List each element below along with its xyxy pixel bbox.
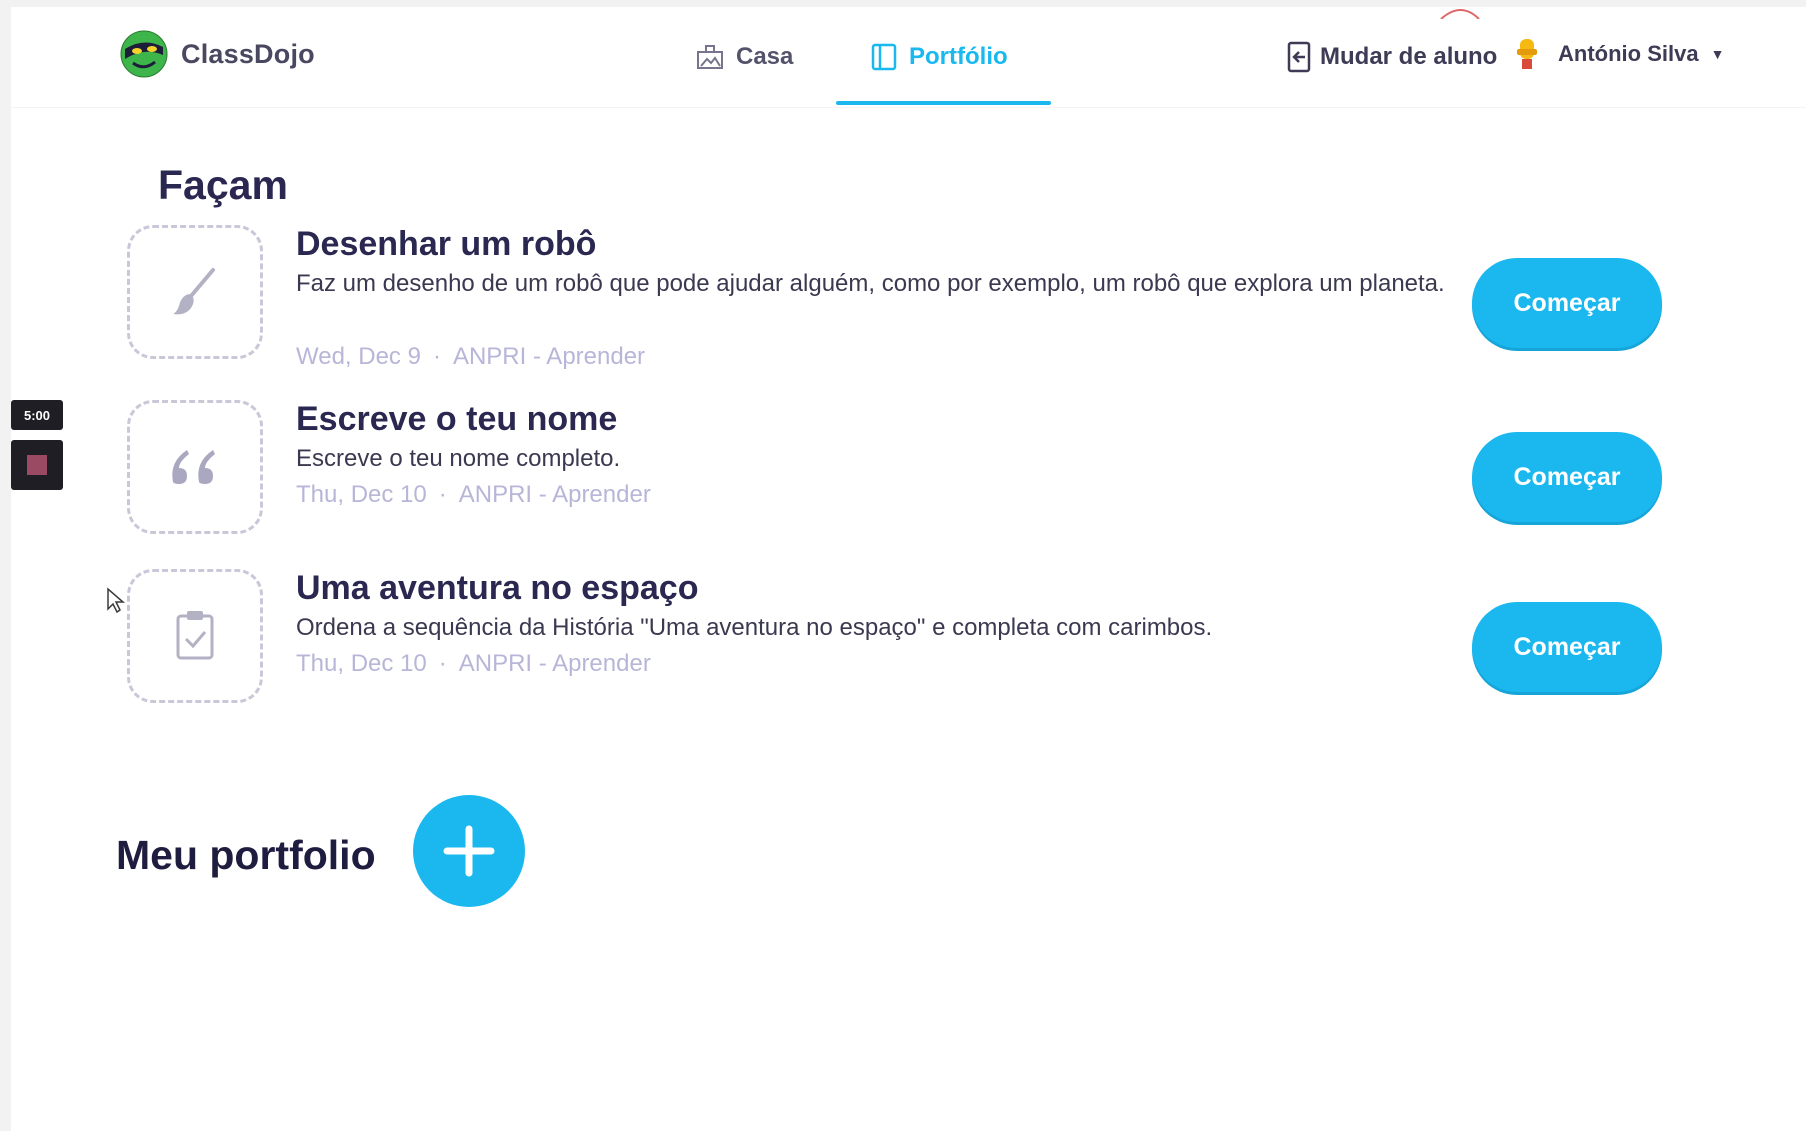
paintbrush-icon	[173, 268, 215, 315]
start-button[interactable]: Começar	[1472, 258, 1662, 348]
recorder-timer: 5:00	[11, 400, 63, 430]
classdojo-logo[interactable]: ClassDojo	[119, 29, 315, 79]
chevron-down-icon: ▼	[1710, 46, 1725, 62]
task-class: ANPRI - Aprender	[452, 343, 646, 370]
task-meta: Wed, Dec 9 · ANPRI - Aprender	[296, 343, 645, 371]
clipboard-check-icon	[176, 611, 214, 660]
task-meta: Thu, Dec 10 · ANPRI - Aprender	[296, 650, 651, 678]
screen-recorder-widget: 5:00	[11, 400, 63, 490]
quote-icon	[172, 450, 215, 484]
tab-home-label: Casa	[736, 43, 794, 70]
task-class: ANPRI - Aprender	[458, 650, 651, 677]
user-avatar-icon	[1517, 39, 1537, 69]
switch-student-label: Mudar de aluno	[1320, 43, 1498, 70]
active-tab-indicator	[836, 101, 1051, 105]
mouse-cursor-icon	[107, 587, 126, 613]
task-icon-frame	[127, 569, 263, 703]
todo-section-title: Façam	[158, 162, 288, 208]
app-name: ClassDojo	[181, 38, 315, 69]
home-icon	[697, 45, 723, 69]
task-icon-frame	[127, 400, 263, 534]
switch-student-button[interactable]: Mudar de aluno	[1286, 40, 1497, 74]
task-meta: Thu, Dec 10 · ANPRI - Aprender	[296, 481, 651, 509]
tab-home[interactable]: Casa	[696, 7, 793, 107]
task-date: Thu, Dec 10	[296, 481, 427, 508]
start-button[interactable]: Começar	[1472, 432, 1662, 522]
task-description: Ordena a sequência da História "Uma aven…	[296, 614, 1213, 641]
task-item: Escreve o teu nome Escreve o teu nome co…	[127, 400, 1667, 540]
task-icon-frame	[127, 225, 263, 359]
stop-icon	[27, 455, 47, 475]
recorder-stop-button[interactable]	[11, 440, 63, 490]
user-name: António Silva	[1558, 41, 1699, 66]
page: ClassDojo Casa Portfólio Mudar de aluno	[11, 7, 1806, 1131]
separator-dot: ·	[438, 650, 447, 677]
task-description: Escreve o teu nome completo.	[296, 445, 621, 472]
red-arc-decoration	[1440, 9, 1480, 19]
task-class: ANPRI - Aprender	[458, 481, 651, 508]
portfolio-book-icon	[871, 43, 897, 71]
switch-student-icon	[1287, 41, 1311, 73]
start-button[interactable]: Começar	[1472, 602, 1662, 692]
task-title: Desenhar um robô	[296, 225, 597, 263]
task-item: Desenhar um robô Faz um desenho de um ro…	[127, 225, 1667, 370]
tab-portfolio-label: Portfólio	[909, 43, 1008, 70]
user-menu[interactable]: António Silva ▼	[1516, 37, 1724, 71]
add-portfolio-item-button[interactable]	[413, 795, 525, 907]
task-date: Thu, Dec 10	[296, 650, 427, 677]
separator-dot: ·	[438, 481, 447, 508]
separator-dot: ·	[432, 343, 441, 370]
portfolio-section-title: Meu portfolio	[116, 832, 376, 878]
task-item: Uma aventura no espaço Ordena a sequênci…	[127, 569, 1667, 709]
plus-icon	[443, 825, 495, 877]
task-title: Escreve o teu nome	[296, 400, 618, 438]
task-description: Faz um desenho de um robô que pode ajuda…	[296, 270, 1445, 297]
top-navigation-bar: ClassDojo Casa Portfólio Mudar de aluno	[11, 7, 1806, 108]
classdojo-logo-icon	[120, 30, 168, 78]
task-date: Wed, Dec 9	[296, 343, 421, 370]
task-title: Uma aventura no espaço	[296, 569, 699, 607]
tab-portfolio[interactable]: Portfólio	[871, 7, 1008, 107]
